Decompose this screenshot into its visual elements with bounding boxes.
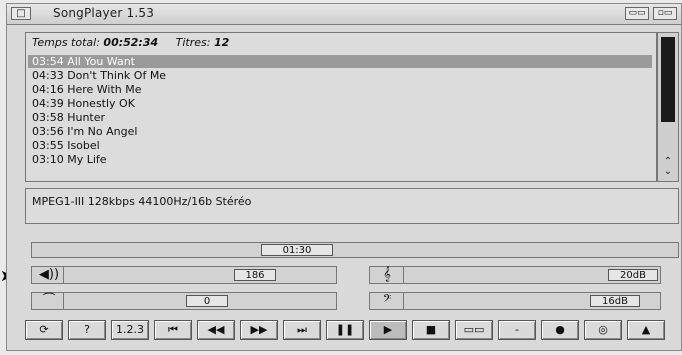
pause-button[interactable]: ❚❚ xyxy=(326,320,364,340)
depth-icon[interactable]: ▫▭ xyxy=(653,7,677,20)
last-track-button[interactable]: ⏭ xyxy=(283,320,321,340)
stream-info-text: MPEG1-III 128kbps 44100Hz/16b Stéréo xyxy=(32,195,252,208)
stop-button[interactable]: ■ xyxy=(412,320,450,340)
window-title: SongPlayer 1.53 xyxy=(53,6,155,20)
balance-knob[interactable]: 0 xyxy=(186,295,228,307)
total-time-value: 00:52:34 xyxy=(103,36,159,49)
treble-slider[interactable]: 20dB xyxy=(403,266,661,284)
track-row[interactable]: 03:54 All You Want xyxy=(28,55,652,68)
close-icon[interactable]: □ xyxy=(11,7,31,20)
treble-knob[interactable]: 20dB xyxy=(608,269,658,281)
help-button[interactable]: ? xyxy=(68,320,106,340)
scroll-arrows-icon[interactable]: ⌃ ⌄ xyxy=(660,157,676,179)
songplayer-window: □ SongPlayer 1.53 ▭▭ ▫▭ Temps total: 00:… xyxy=(6,3,682,351)
title-bar[interactable]: □ SongPlayer 1.53 ▭▭ ▫▭ xyxy=(7,4,681,25)
track-time: 04:39 xyxy=(32,97,64,110)
track-title: Honestly OK xyxy=(67,97,135,110)
track-row[interactable]: 03:55 Isobel xyxy=(28,139,652,152)
playlist: Temps total: 00:52:34 Titres: 12 03:54 A… xyxy=(25,32,657,182)
forward-button[interactable]: ▶▶ xyxy=(240,320,278,340)
total-time-label: Temps total: xyxy=(32,36,100,49)
balance-slider[interactable]: 0 xyxy=(63,292,337,310)
track-title: Don't Think Of Me xyxy=(67,69,167,82)
treble-icon[interactable]: 𝄞 xyxy=(369,266,405,284)
track-time: 03:58 xyxy=(32,111,64,124)
track-row[interactable]: 03:58 Hunter xyxy=(28,111,652,124)
rewind-button[interactable]: ◀◀ xyxy=(197,320,235,340)
bass-knob[interactable]: 16dB xyxy=(590,295,640,307)
zoom-icon[interactable]: ▭▭ xyxy=(625,7,649,20)
track-title: Here With Me xyxy=(67,83,142,96)
scrollbar-thumb[interactable] xyxy=(661,37,675,122)
track-row[interactable]: 04:39 Honestly OK xyxy=(28,97,652,110)
numbers-button[interactable]: 1.2.3 xyxy=(111,320,149,340)
position-time[interactable]: 01:30 xyxy=(261,244,333,256)
track-time: 03:54 xyxy=(32,55,64,68)
volume-icon[interactable]: ◀)) xyxy=(31,266,67,284)
track-row[interactable]: 03:56 I'm No Angel xyxy=(28,125,652,138)
track-title: Hunter xyxy=(67,111,106,124)
record-button[interactable]: ● xyxy=(541,320,579,340)
bass-slider[interactable]: 16dB xyxy=(403,292,661,310)
minus-button[interactable]: - xyxy=(498,320,536,340)
balance-icon[interactable]: ⏜ xyxy=(31,292,67,310)
cd-button[interactable]: ◎ xyxy=(584,320,622,340)
titles-value: 12 xyxy=(213,36,230,49)
track-row[interactable]: 04:16 Here With Me xyxy=(28,83,652,96)
stream-info: MPEG1-III 128kbps 44100Hz/16b Stéréo xyxy=(25,188,679,224)
volume-slider[interactable]: 186 xyxy=(63,266,337,284)
track-title: My Life xyxy=(67,153,107,166)
eject-button[interactable]: ▲ xyxy=(627,320,665,340)
playlist-button[interactable]: ▭▭ xyxy=(455,320,493,340)
volume-knob[interactable]: 186 xyxy=(234,269,276,281)
track-title: All You Want xyxy=(67,55,135,68)
position-slider[interactable]: 01:30 xyxy=(31,242,679,258)
track-time: 03:10 xyxy=(32,153,64,166)
track-time: 03:56 xyxy=(32,125,64,138)
track-row[interactable]: 03:10 My Life xyxy=(28,153,652,166)
playlist-summary: Temps total: 00:52:34 Titres: 12 xyxy=(32,36,229,49)
playlist-scrollbar[interactable]: ⌃ ⌄ xyxy=(657,32,679,182)
track-title: Isobel xyxy=(67,139,100,152)
track-time: 03:55 xyxy=(32,139,64,152)
track-row[interactable]: 04:33 Don't Think Of Me xyxy=(28,69,652,82)
play-button[interactable]: ▶ xyxy=(369,320,407,340)
titles-label: Titres: xyxy=(175,36,211,49)
first-track-button[interactable]: ⏮ xyxy=(154,320,192,340)
track-time: 04:16 xyxy=(32,83,64,96)
repeat-button[interactable]: ⟳ xyxy=(25,320,63,340)
bass-icon[interactable]: 𝄢 xyxy=(369,292,405,310)
track-time: 04:33 xyxy=(32,69,64,82)
track-title: I'm No Angel xyxy=(67,125,138,138)
